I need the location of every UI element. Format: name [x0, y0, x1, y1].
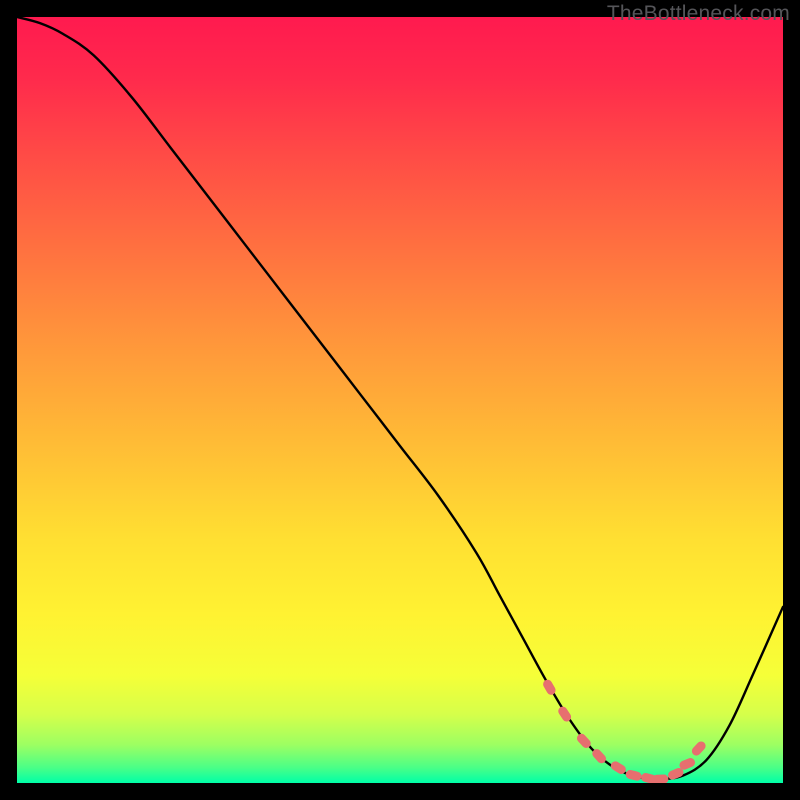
chart-frame: TheBottleneck.com: [0, 0, 800, 800]
curve-layer: [17, 17, 783, 783]
marker-dot: [652, 774, 668, 783]
bottleneck-curve: [17, 17, 783, 779]
plot-area: [17, 17, 783, 783]
marker-dot: [690, 740, 707, 758]
optimal-range-markers: [541, 678, 707, 783]
watermark-text: TheBottleneck.com: [607, 2, 790, 26]
marker-dot: [625, 769, 643, 782]
